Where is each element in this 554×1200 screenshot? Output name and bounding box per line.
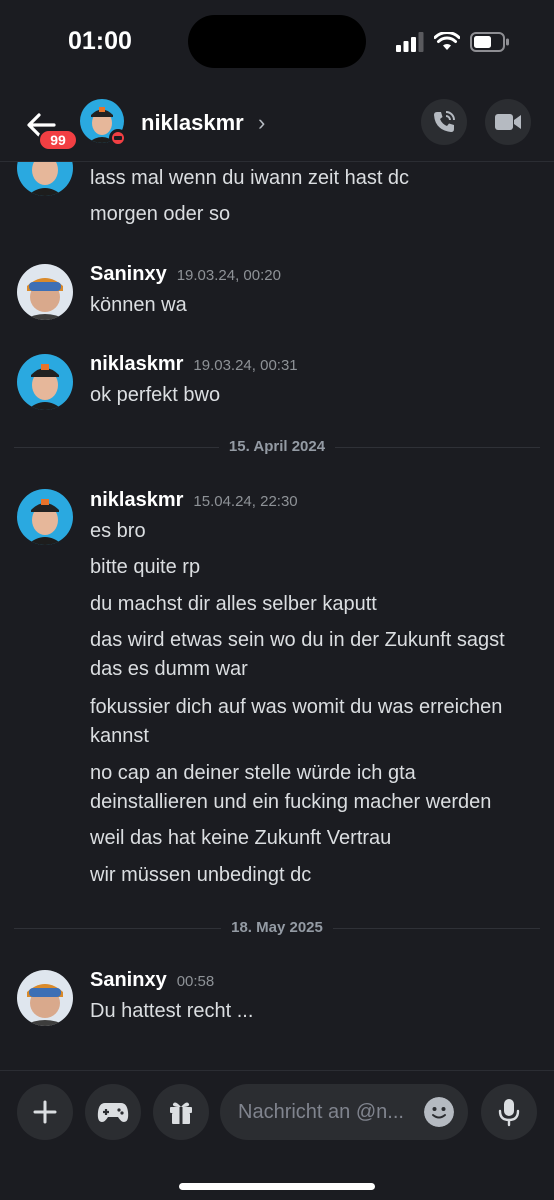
wifi-icon (434, 32, 460, 50)
emoji-icon[interactable] (424, 1097, 454, 1127)
date-divider: 18. May 2025 (0, 919, 554, 936)
message-text: fokussier dich auf was womit du was erre… (90, 696, 503, 718)
plus-icon (33, 1100, 57, 1124)
composer-bar (0, 1070, 554, 1200)
date-divider-label: 15. April 2024 (218, 438, 336, 455)
gift-icon (170, 1102, 192, 1124)
dnd-status-icon (109, 129, 127, 147)
message-text: bitte quite rp (90, 556, 201, 578)
message-text: ok perfekt bwo (90, 384, 221, 406)
date-divider-label: 18. May 2025 (221, 919, 333, 936)
message-text: lass mal wenn du iwann zeit hast dc (90, 167, 410, 189)
author-name[interactable]: Saninxy (90, 969, 167, 991)
message-text: weil das hat keine Zukunft Vertrau (90, 827, 392, 849)
status-bar: 01:00 (0, 0, 554, 84)
message-text: wir müssen unbedingt dc (90, 864, 312, 886)
message-input[interactable] (238, 1084, 428, 1140)
gamepad-icon (97, 1103, 129, 1122)
avatar[interactable] (17, 264, 73, 320)
message-text: deinstallieren und ein fucking macher we… (90, 791, 492, 813)
status-icons (396, 28, 510, 56)
avatar[interactable] (17, 354, 73, 410)
date-divider: 15. April 2024 (0, 438, 554, 455)
message-text: das es dumm war (90, 658, 248, 680)
voice-message-button[interactable] (481, 1084, 537, 1140)
author-name[interactable]: Saninxy (90, 263, 167, 285)
message-text: morgen oder so (90, 203, 231, 225)
message-author[interactable]: niklaskmr 19.03.24, 00:31 (90, 353, 298, 376)
unread-badge: 99 (38, 129, 78, 151)
status-time: 01:00 (68, 27, 132, 55)
message-text: das wird etwas sein wo du in der Zukunft… (90, 629, 505, 651)
message-text: können wa (90, 294, 187, 316)
chevron-right-icon[interactable]: › (258, 110, 265, 136)
message-author[interactable]: niklaskmr 15.04.24, 22:30 (90, 489, 298, 512)
activities-button[interactable] (85, 1084, 141, 1140)
gift-button[interactable] (153, 1084, 209, 1140)
video-icon (495, 114, 521, 130)
chat-username[interactable]: niklaskmr (141, 110, 244, 136)
avatar[interactable] (17, 970, 73, 1026)
battery-icon (470, 32, 509, 52)
message-timestamp: 15.04.24, 22:30 (193, 493, 298, 510)
message-input-container[interactable] (220, 1084, 468, 1140)
message-text: no cap an deiner stelle würde ich gta (90, 762, 416, 784)
message-text: Du hattest recht ... (90, 1000, 254, 1022)
message-text: kannst (90, 725, 149, 747)
author-name[interactable]: niklaskmr (90, 489, 183, 511)
video-call-button[interactable] (485, 99, 531, 145)
message-timestamp: 00:58 (176, 973, 215, 990)
phone-icon (434, 111, 455, 132)
dynamic-island (188, 15, 366, 68)
message-text: es bro (90, 520, 146, 542)
avatar[interactable] (17, 489, 73, 545)
message-timestamp: 19.03.24, 00:31 (193, 357, 298, 374)
message-author[interactable]: Saninxy 19.03.24, 00:20 (90, 263, 281, 286)
avatar[interactable] (17, 162, 73, 196)
signal-icon (396, 32, 424, 52)
add-button[interactable] (17, 1084, 73, 1140)
voice-call-button[interactable] (421, 99, 467, 145)
home-indicator (179, 1183, 375, 1190)
chat-header: 99 niklaskmr › (0, 88, 554, 162)
microphone-icon (498, 1099, 520, 1127)
message-author[interactable]: Saninxy 00:58 (90, 969, 214, 992)
message-timestamp: 19.03.24, 00:20 (176, 267, 281, 284)
message-list: lass mal wenn du iwann zeit hast dc morg… (0, 162, 554, 1070)
message-text: du machst dir alles selber kaputt (90, 593, 377, 615)
author-name[interactable]: niklaskmr (90, 353, 183, 375)
